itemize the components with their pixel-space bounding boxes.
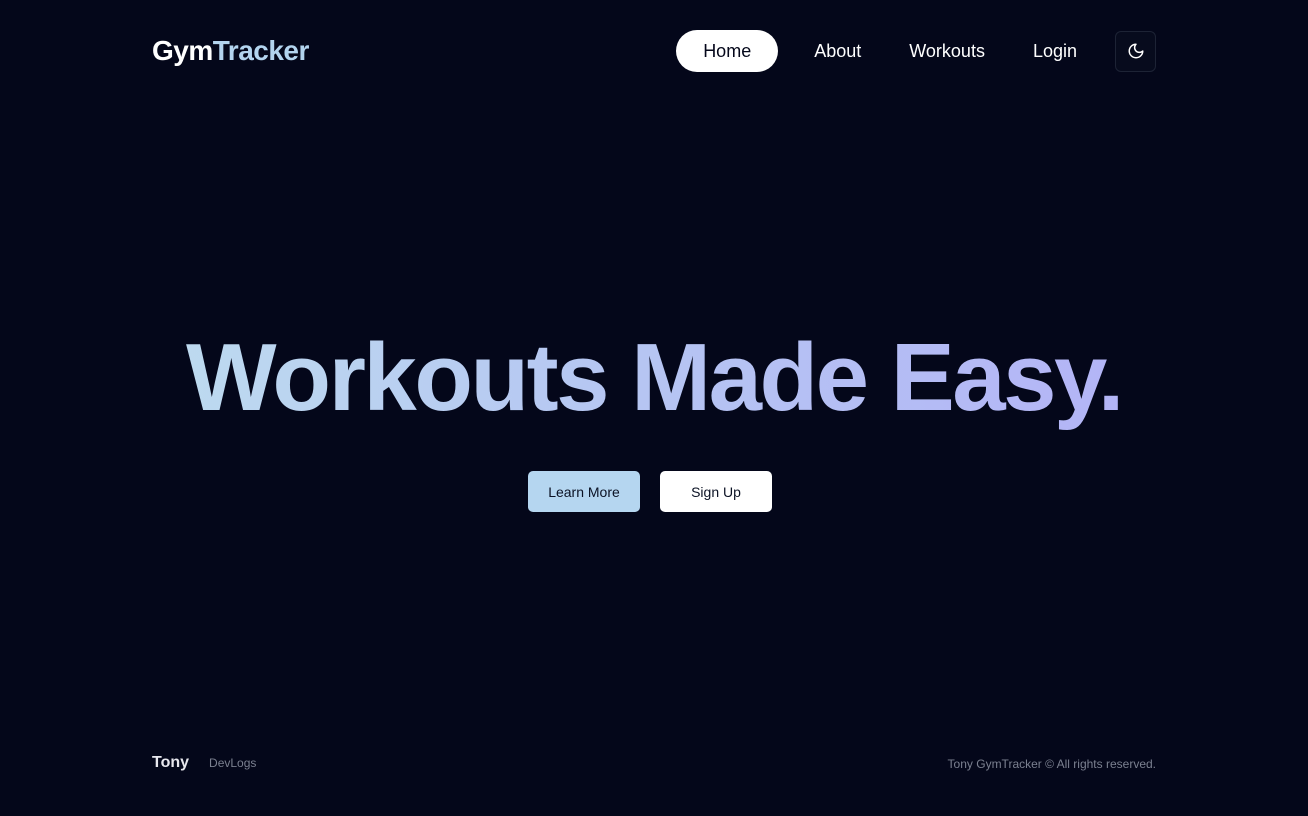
- hero-actions: Learn More Sign Up: [0, 471, 1308, 512]
- site-footer: Tony DevLogs Tony GymTracker © All right…: [152, 754, 1156, 778]
- learn-more-button[interactable]: Learn More: [528, 471, 640, 512]
- moon-icon: [1127, 42, 1145, 60]
- footer-copyright: Tony GymTracker © All rights reserved.: [947, 757, 1156, 771]
- nav-login[interactable]: Login: [1009, 30, 1101, 72]
- site-header: GymTracker Home About Workouts Login: [152, 30, 1156, 72]
- hero-title: Workouts Made Easy.: [0, 322, 1308, 434]
- main-nav: Home About Workouts Login: [676, 30, 1156, 72]
- theme-toggle-button[interactable]: [1115, 30, 1156, 72]
- footer-devlogs-link[interactable]: DevLogs: [209, 756, 256, 770]
- page: GymTracker Home About Workouts Login Wor…: [0, 0, 1308, 816]
- nav-about[interactable]: About: [790, 30, 885, 72]
- nav-home[interactable]: Home: [676, 30, 779, 72]
- footer-brand[interactable]: Tony: [152, 754, 189, 772]
- logo-part-gym: Gym: [152, 35, 213, 66]
- nav-workouts[interactable]: Workouts: [885, 30, 1009, 72]
- sign-up-button[interactable]: Sign Up: [660, 471, 772, 512]
- logo[interactable]: GymTracker: [152, 35, 309, 67]
- logo-part-tracker: Tracker: [212, 35, 310, 66]
- footer-left: Tony DevLogs: [152, 754, 256, 772]
